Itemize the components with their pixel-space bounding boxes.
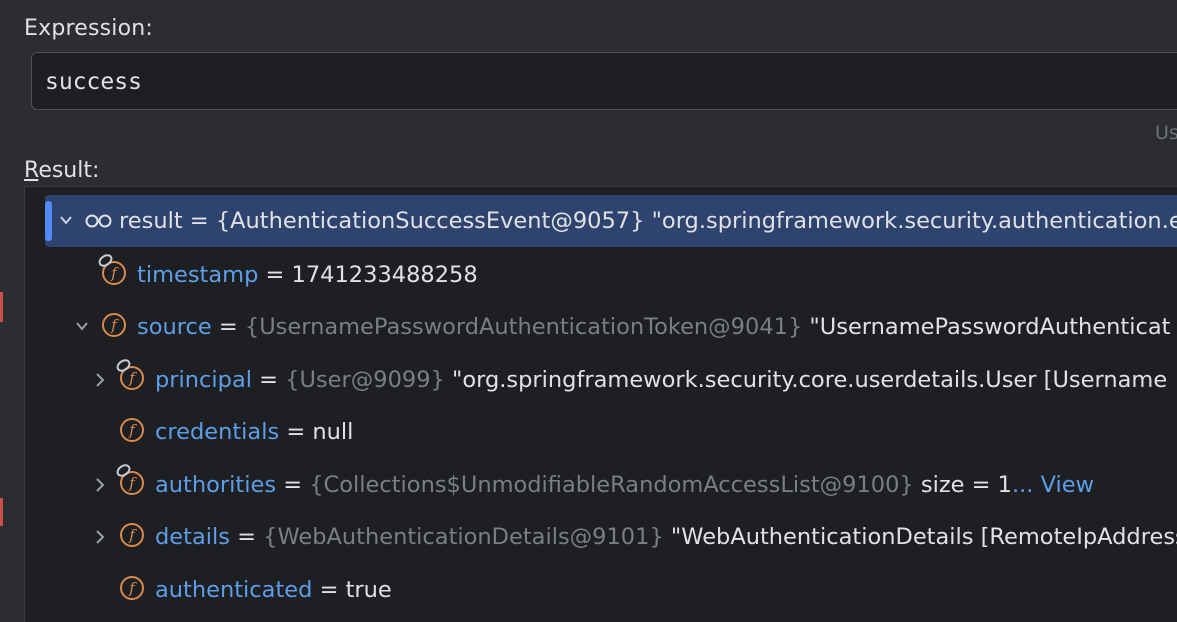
variable-value: "org.springframework.security.authentica… — [644, 208, 1177, 234]
expression-input[interactable] — [45, 64, 1145, 100]
field-icon: f — [120, 418, 144, 442]
watch-link-icon — [114, 461, 133, 480]
result-label-mnemonic: R — [24, 158, 39, 183]
chevron-right-icon[interactable] — [89, 354, 111, 406]
variable-type: {User@9099} — [285, 367, 445, 393]
variable-value: true — [345, 577, 392, 603]
expression-label: Expression: — [24, 16, 154, 41]
field-icon: f — [96, 251, 126, 285]
tree-row-text: authenticated = true — [155, 564, 392, 616]
variable-type: {WebAuthenticationDetails@9101} — [263, 524, 664, 550]
equals-sign: = — [258, 262, 292, 288]
field-icon: f — [114, 461, 144, 495]
tree-row-principal[interactable]: f principal = {User@9099} "org.springfra… — [25, 354, 1177, 406]
variable-type: {AuthenticationSuccessEvent@9057} — [215, 208, 645, 234]
collection-size: size = 1 — [913, 472, 1012, 498]
variable-type: {UsernamePasswordAuthenticationToken@904… — [244, 314, 803, 340]
selection-indicator — [45, 201, 52, 241]
equals-sign: = — [252, 367, 286, 393]
variable-name: principal — [155, 367, 252, 393]
variable-name: result — [119, 208, 183, 234]
view-link[interactable]: ... View — [1012, 472, 1094, 498]
tree-row-authorities[interactable]: f authorities = {Collections$Unmodifiabl… — [25, 459, 1177, 511]
result-label: Result: — [24, 158, 99, 183]
equals-sign: = — [211, 314, 245, 340]
evaluate-expression-panel: Expression: Us Result: result = {Authent… — [0, 0, 1177, 622]
variable-name: authorities — [155, 472, 277, 498]
chevron-right-icon[interactable] — [89, 459, 111, 511]
field-icon: f — [102, 313, 126, 337]
tree-row-credentials[interactable]: f credentials = null — [25, 406, 1177, 458]
tree-row-text: details = {WebAuthenticationDetails@9101… — [155, 511, 1177, 563]
variable-value: "org.springframework.security.core.userd… — [444, 367, 1168, 393]
chevron-right-icon[interactable] — [89, 511, 111, 563]
result-label-text: esult: — [38, 158, 100, 183]
tree-row-timestamp[interactable]: f timestamp = 1741233488258 — [25, 249, 1177, 301]
gutter-marker — [0, 498, 3, 526]
result-tree[interactable]: result = {AuthenticationSuccessEvent@905… — [24, 186, 1177, 622]
left-gutter — [0, 0, 4, 622]
gutter-marker — [0, 292, 3, 322]
variable-name: details — [155, 524, 230, 550]
tree-row-authenticated[interactable]: f authenticated = true — [25, 564, 1177, 616]
variable-value: null — [312, 419, 354, 445]
watch-icon — [83, 195, 115, 247]
chevron-down-icon[interactable] — [55, 195, 77, 247]
tree-row-result[interactable]: result = {AuthenticationSuccessEvent@905… — [45, 195, 1177, 247]
variable-name: source — [137, 314, 212, 340]
variable-value: "UsernamePasswordAuthenticat — [802, 314, 1171, 340]
equals-sign: = — [182, 208, 216, 234]
variable-value: "WebAuthenticationDetails [RemoteIpAddre… — [663, 524, 1177, 550]
expression-editor[interactable] — [31, 52, 1177, 110]
tree-row-text: principal = {User@9099} "org.springframe… — [155, 354, 1167, 406]
tree-row-text: timestamp = 1741233488258 — [137, 249, 478, 301]
field-icon: f — [114, 356, 144, 390]
tree-row-text: result = {AuthenticationSuccessEvent@905… — [119, 195, 1177, 247]
chevron-down-icon[interactable] — [71, 301, 93, 353]
variable-type: {Collections$UnmodifiableRandomAccessLis… — [309, 472, 914, 498]
tree-row-text: source = {UsernamePasswordAuthentication… — [137, 301, 1170, 353]
expression-hint: Us — [1155, 122, 1177, 144]
tree-row-source[interactable]: f source = {UsernamePasswordAuthenticati… — [25, 301, 1177, 353]
field-icon: f — [120, 523, 144, 547]
equals-sign: = — [279, 419, 313, 445]
equals-sign: = — [276, 472, 310, 498]
watch-link-icon — [114, 356, 133, 375]
tree-row-text: authorities = {Collections$UnmodifiableR… — [155, 459, 1094, 511]
equals-sign: = — [312, 577, 346, 603]
tree-row-text: credentials = null — [155, 406, 353, 458]
variable-name: credentials — [155, 419, 280, 445]
tree-row-details[interactable]: f details = {WebAuthenticationDetails@91… — [25, 511, 1177, 563]
watch-link-icon — [96, 251, 115, 270]
equals-sign: = — [229, 524, 264, 550]
variable-value: 1741233488258 — [291, 262, 478, 288]
field-icon: f — [120, 576, 144, 600]
variable-name: authenticated — [155, 577, 313, 603]
variable-name: timestamp — [137, 262, 259, 288]
